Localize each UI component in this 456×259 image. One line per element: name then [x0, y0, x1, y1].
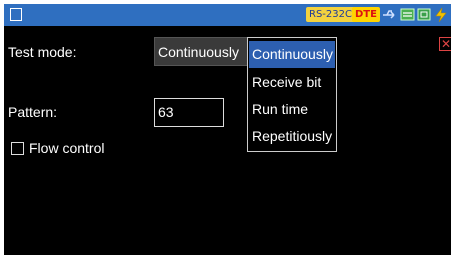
test-mode-select[interactable]: Continuously — [154, 37, 250, 66]
sd-card-icon — [417, 8, 431, 21]
test-mode-dropdown: Continuously Receive bit Run time Repeti… — [247, 37, 337, 152]
dropdown-option-repetitiously[interactable]: Repetitiously — [249, 123, 335, 150]
pattern-input[interactable]: 63 — [154, 98, 224, 127]
interface-badge: RS-232C — [306, 7, 355, 22]
device-screen: RS-232C DTE ✕ Test mode: Continuously Pa… — [4, 4, 451, 255]
test-mode-label: Test mode: — [8, 44, 77, 60]
pattern-label: Pattern: — [8, 104, 58, 120]
menu-square-icon[interactable] — [10, 8, 22, 21]
close-button[interactable]: ✕ — [439, 37, 451, 51]
mode-badge: DTE — [352, 7, 380, 22]
usb-icon — [383, 10, 395, 19]
dropdown-option-continuously[interactable]: Continuously — [249, 41, 335, 68]
dropdown-option-run-time[interactable]: Run time — [249, 96, 335, 123]
status-bar: RS-232C DTE — [4, 4, 451, 26]
dropdown-option-receive-bit[interactable]: Receive bit — [249, 69, 335, 96]
network-icon — [400, 8, 415, 21]
flow-control-checkbox[interactable] — [11, 142, 24, 155]
close-icon: ✕ — [440, 37, 451, 51]
power-icon — [435, 7, 447, 23]
flow-control-label[interactable]: Flow control — [29, 140, 104, 156]
